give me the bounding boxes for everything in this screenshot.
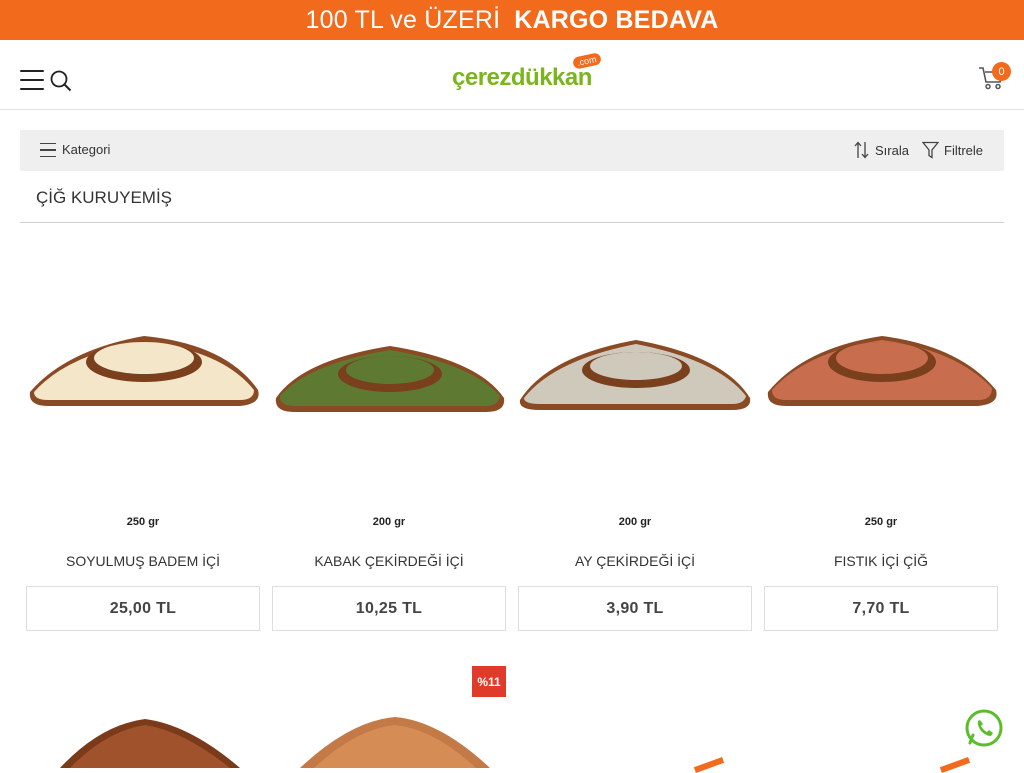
product-card[interactable]: 200 gr AY ÇEKİRDEĞİ İÇİ 3,90 TL: [512, 240, 758, 640]
filter-button-label: Filtrele: [944, 142, 984, 158]
hamburger-menu-icon[interactable]: [20, 70, 44, 90]
category-divider: [20, 222, 1004, 223]
category-button-label: Kategori: [62, 142, 111, 157]
product-name[interactable]: SOYULMUŞ BADEM İÇİ: [20, 553, 266, 569]
product-image[interactable]: [272, 280, 506, 480]
product-name[interactable]: AY ÇEKİRDEĞİ İÇİ: [512, 553, 758, 569]
filter-button[interactable]: Filtrele: [922, 141, 983, 159]
promo-text: 100 TL ve ÜZERİ: [305, 5, 501, 34]
nut-bowl-fill: [836, 342, 928, 374]
funnel-icon: [922, 141, 939, 159]
site-logo[interactable]: çerezdükkan: [452, 64, 592, 92]
product-weight: 250 gr: [864, 516, 898, 528]
listing-toolbar: Kategori Sırala Filtrele: [20, 130, 1004, 171]
sort-button[interactable]: Sırala: [854, 141, 909, 159]
product-weight: 200 gr: [618, 516, 652, 528]
nut-bowl-fill: [94, 342, 194, 374]
search-icon[interactable]: [50, 70, 72, 92]
sort-arrows-icon: [854, 141, 869, 159]
product-weight: 250 gr: [126, 516, 160, 528]
product-image[interactable]: [518, 280, 752, 480]
product-image-partial[interactable]: [40, 715, 250, 768]
category-title: ÇİĞ KURUYEMİŞ: [36, 188, 173, 207]
product-price: 7,70 TL: [764, 586, 998, 631]
product-weight: 200 gr: [372, 516, 406, 528]
discount-badge: %11: [472, 666, 506, 697]
nut-bowl-fill: [346, 356, 434, 384]
list-icon: [40, 142, 56, 157]
product-card[interactable]: 250 gr SOYULMUŞ BADEM İÇİ 25,00 TL: [20, 240, 266, 640]
product-card[interactable]: 200 gr KABAK ÇEKİRDEĞİ İÇİ 10,25 TL: [266, 240, 512, 640]
category-button[interactable]: Kategori: [40, 142, 110, 157]
product-image-partial[interactable]: [290, 715, 500, 768]
sort-button-label: Sırala: [875, 142, 909, 158]
product-price: 10,25 TL: [272, 586, 506, 631]
product-name[interactable]: KABAK ÇEKİRDEĞİ İÇİ: [266, 553, 512, 569]
product-name[interactable]: FISTIK İÇİ ÇİĞ: [758, 553, 1004, 569]
promo-banner: 100 TL ve ÜZERİ KARGO BEDAVA: [0, 0, 1024, 40]
product-image[interactable]: [764, 280, 998, 480]
product-price: 25,00 TL: [26, 586, 260, 631]
whatsapp-icon[interactable]: [963, 708, 1005, 750]
product-price: 3,90 TL: [518, 586, 752, 631]
sale-ribbon: [939, 757, 971, 773]
nut-bowl-fill: [590, 352, 682, 380]
sale-ribbon: [693, 757, 725, 773]
promo-highlight: KARGO BEDAVA: [514, 5, 719, 34]
cart-count-badge: 0: [992, 62, 1011, 81]
product-card[interactable]: 250 gr FISTIK İÇİ ÇİĞ 7,70 TL: [758, 240, 1004, 640]
product-image[interactable]: [26, 280, 260, 480]
